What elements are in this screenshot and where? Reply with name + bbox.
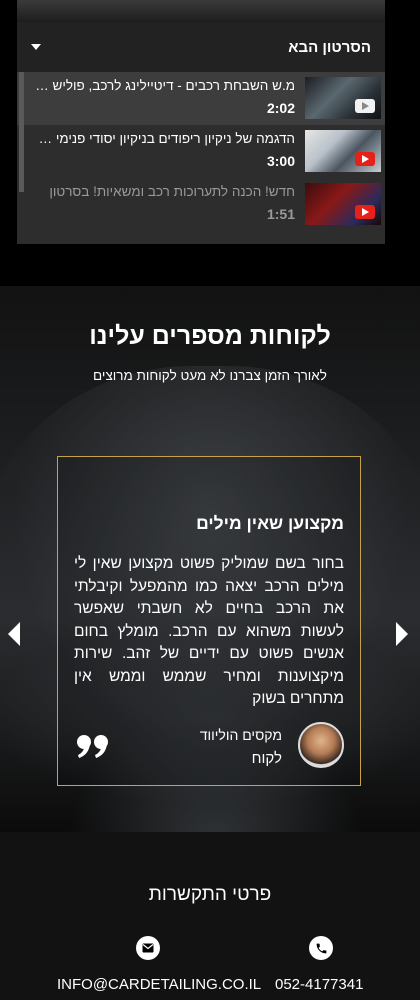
video-thumbnail[interactable] xyxy=(305,183,381,225)
email-link[interactable]: INFO@CARDETAILING.CO.IL xyxy=(57,976,261,993)
playlist-item[interactable]: מ.ש השבחת רכבים - דיטיילינג לרכב, פוליש … xyxy=(17,72,385,125)
video-thumbnail[interactable] xyxy=(305,130,381,172)
playlist-item[interactable]: הדגמה של ניקיון ריפודים בניקיון יסודי פנ… xyxy=(17,125,385,178)
video-playlist: הסרטון הבא מ.ש השבחת רכבים - דיטיילינג ל… xyxy=(17,22,385,244)
video-title[interactable]: מ.ש השבחת רכבים - דיטיילינג לרכב, פוליש … xyxy=(33,78,295,93)
youtube-play-icon xyxy=(355,205,375,219)
phone-link[interactable]: 052-4177341 xyxy=(275,976,363,993)
chevron-down-icon[interactable] xyxy=(31,44,41,50)
video-player-frame[interactable] xyxy=(17,0,385,22)
chevron-right-icon xyxy=(396,622,408,646)
phone-icon[interactable] xyxy=(309,936,333,960)
video-duration: 3:00 xyxy=(266,153,295,169)
testimonial-card: מקצוען שאין מילים בחור בשם שמוליק פשוט מ… xyxy=(57,456,361,786)
contact-section: פרטי התקשרות INFO@CARDETAILING.CO.IL 052… xyxy=(0,832,420,1000)
playlist-item[interactable]: חדש! הכנה לתערוכות רכב ומשאיות! בסרטון 1… xyxy=(17,178,385,231)
contact-title: פרטי התקשרות xyxy=(148,884,272,905)
slider-next-button[interactable] xyxy=(394,620,410,648)
avatar xyxy=(298,722,344,768)
testimonials-section: לקוחות מספרים עלינו לאורך הזמן צברנו לא … xyxy=(0,286,420,832)
testimonial-title: מקצוען שאין מילים xyxy=(196,513,344,533)
author-role: לקוח xyxy=(251,750,282,767)
video-title[interactable]: הדגמה של ניקיון ריפודים בניקיון יסודי פנ… xyxy=(33,131,295,146)
author-name: מקסים הוליווד xyxy=(199,727,282,743)
section-subtitle: לאורך הזמן צברנו לא מעט לקוחות מרוצים xyxy=(93,368,327,383)
playlist-items: מ.ש השבחת רכבים - דיטיילינג לרכב, פוליש … xyxy=(17,72,385,231)
testimonial-text: בחור בשם שמוליק פשוט מקצוען שאין לי מילי… xyxy=(74,555,344,707)
video-duration: 1:51 xyxy=(266,206,295,222)
playlist-header[interactable]: הסרטון הבא xyxy=(17,22,385,72)
chevron-left-icon xyxy=(8,622,20,646)
video-duration: 2:02 xyxy=(266,100,295,116)
youtube-play-icon xyxy=(355,152,375,166)
video-title[interactable]: חדש! הכנה לתערוכות רכב ומשאיות! בסרטון xyxy=(33,184,295,199)
playlist-scrollbar[interactable] xyxy=(19,72,24,192)
youtube-play-icon xyxy=(355,99,375,113)
envelope-icon[interactable] xyxy=(136,936,160,960)
video-thumbnail[interactable] xyxy=(305,77,381,119)
section-title: לקוחות מספרים עלינו xyxy=(89,322,331,350)
playlist-title: הסרטון הבא xyxy=(288,38,371,56)
slider-prev-button[interactable] xyxy=(6,620,22,648)
quote-icon xyxy=(77,735,108,758)
